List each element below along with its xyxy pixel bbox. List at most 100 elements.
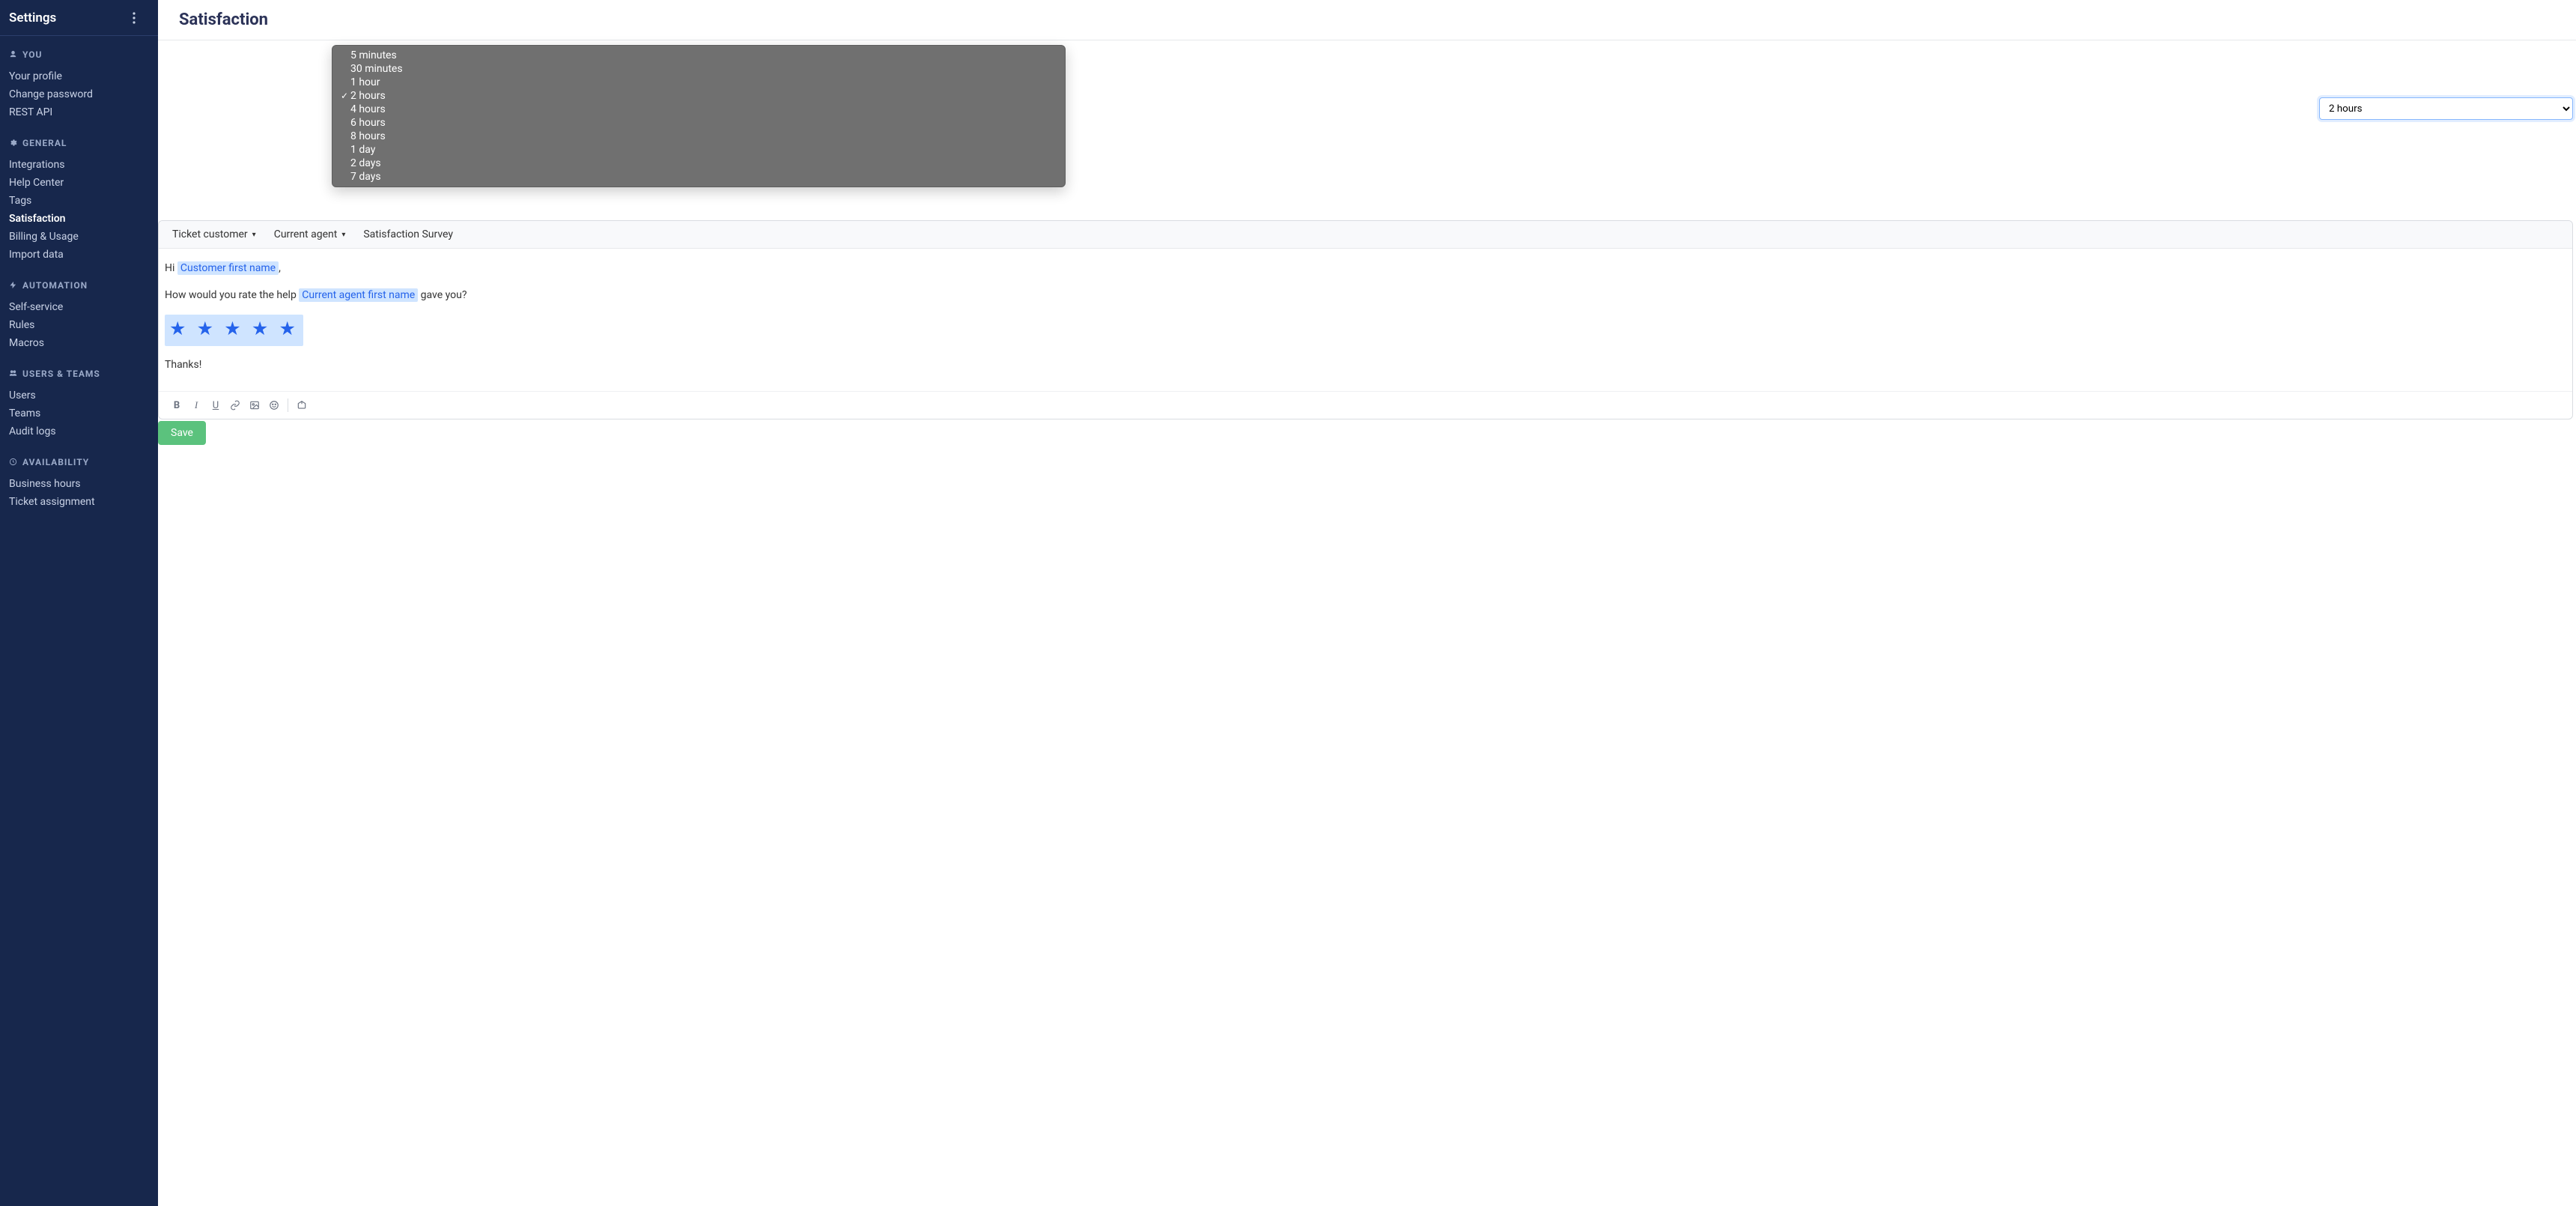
more-vertical-icon xyxy=(133,12,136,24)
sidebar-item-your-profile[interactable]: Your profile xyxy=(9,67,149,85)
users-icon xyxy=(9,369,18,378)
nav-group-label: YOU xyxy=(22,49,42,60)
timing-option[interactable]: ✓7 days xyxy=(332,170,1065,184)
image-icon xyxy=(249,400,260,410)
attachment-icon xyxy=(297,400,307,410)
nav-group-title: AVAILABILITY xyxy=(9,457,149,467)
greeting-suffix: , xyxy=(279,262,281,274)
nav-group-label: AUTOMATION xyxy=(22,280,88,291)
page-title: Satisfaction xyxy=(179,10,2555,29)
greeting-prefix: Hi xyxy=(165,262,177,274)
sidebar-item-rules[interactable]: Rules xyxy=(9,316,149,334)
sidebar-header: Settings xyxy=(0,0,158,36)
timing-option-label: 5 minutes xyxy=(350,49,397,61)
emoji-icon xyxy=(269,400,279,410)
sidebar-item-rest-api[interactable]: REST API xyxy=(9,103,149,121)
timing-option[interactable]: ✓30 minutes xyxy=(332,62,1065,76)
timing-option[interactable]: ✓8 hours xyxy=(332,130,1065,143)
sidebar-item-tags[interactable]: Tags xyxy=(9,192,149,210)
question-prefix: How would you rate the help xyxy=(165,289,299,301)
question-suffix: gave you? xyxy=(418,289,467,301)
sidebar-item-self-service[interactable]: Self-service xyxy=(9,298,149,316)
nav-group: USERS & TEAMS UsersTeamsAudit logs xyxy=(0,369,158,440)
image-button[interactable] xyxy=(246,396,264,414)
customer-first-name-placeholder[interactable]: Customer first name xyxy=(177,261,279,275)
caret-down-icon: ▾ xyxy=(341,231,345,239)
timing-option[interactable]: ✓2 days xyxy=(332,157,1065,170)
timing-option[interactable]: ✓4 hours xyxy=(332,103,1065,116)
editor-variable-toolbar: Ticket customer▾Current agent▾Satisfacti… xyxy=(159,221,2572,249)
settings-sidebar: Settings YOUYour profileChange passwordR… xyxy=(0,0,158,1206)
sidebar-item-business-hours[interactable]: Business hours xyxy=(9,475,149,493)
sidebar-item-users[interactable]: Users xyxy=(9,387,149,404)
satisfaction-stars-placeholder[interactable]: ★ ★ ★ ★ ★ xyxy=(165,315,303,346)
nav-group: AUTOMATION Self-serviceRulesMacros xyxy=(0,280,158,352)
user-icon xyxy=(9,50,18,59)
sidebar-more-button[interactable] xyxy=(133,12,148,24)
editor-body[interactable]: Hi Customer first name, How would you ra… xyxy=(159,249,2572,391)
star-icon: ★ ★ ★ ★ ★ xyxy=(169,318,299,340)
timing-option[interactable]: ✓1 day xyxy=(332,143,1065,157)
nav-group: YOU Your profileChange passwordREST API xyxy=(0,49,158,121)
nav-group: AVAILABILITY Business hoursTicket assignm… xyxy=(0,457,158,511)
bolt-icon xyxy=(9,281,18,290)
main-content: Satisfaction 2 hours Ticket customer▾Cur… xyxy=(158,0,2576,1206)
timing-option-label: 1 hour xyxy=(350,76,380,88)
nav-group-title: YOU xyxy=(9,49,149,60)
survey-editor-card: Ticket customer▾Current agent▾Satisfacti… xyxy=(158,220,2573,419)
timing-option[interactable]: ✓1 hour xyxy=(332,76,1065,89)
sidebar-item-teams[interactable]: Teams xyxy=(9,404,149,422)
nav-group-label: GENERAL xyxy=(22,138,67,148)
bold-button[interactable]: B xyxy=(168,396,186,414)
sidebar-item-change-password[interactable]: Change password xyxy=(9,85,149,103)
caret-down-icon: ▾ xyxy=(252,231,256,239)
sidebar-item-ticket-assignment[interactable]: Ticket assignment xyxy=(9,493,149,511)
timing-option-label: 2 hours xyxy=(350,90,386,102)
thanks-text: Thanks! xyxy=(165,357,2566,373)
timing-option[interactable]: ✓6 hours xyxy=(332,116,1065,130)
link-button[interactable] xyxy=(226,396,244,414)
editor-var-label: Ticket customer xyxy=(172,228,248,240)
editor-var-current-agent[interactable]: Current agent▾ xyxy=(274,228,346,240)
timing-option-label: 4 hours xyxy=(350,103,386,115)
clock-icon xyxy=(9,458,18,467)
sidebar-item-help-center[interactable]: Help Center xyxy=(9,174,149,192)
editor-var-label: Satisfaction Survey xyxy=(363,228,453,240)
editor-var-ticket-customer[interactable]: Ticket customer ▾ xyxy=(172,228,256,240)
attachment-button[interactable] xyxy=(293,396,311,414)
nav-group: GENERAL IntegrationsHelp CenterTagsSatisf… xyxy=(0,138,158,264)
timing-select[interactable]: 2 hours xyxy=(2319,97,2573,120)
agent-first-name-placeholder[interactable]: Current agent first name xyxy=(299,288,418,302)
editor-var-satisfaction-survey[interactable]: Satisfaction Survey xyxy=(363,228,453,240)
link-icon xyxy=(230,400,240,410)
main-header: Satisfaction xyxy=(158,0,2576,40)
timing-option-label: 6 hours xyxy=(350,117,386,129)
sidebar-item-macros[interactable]: Macros xyxy=(9,334,149,352)
timing-option-label: 1 day xyxy=(350,144,375,156)
sidebar-item-integrations[interactable]: Integrations xyxy=(9,156,149,174)
save-button[interactable]: Save xyxy=(158,421,206,445)
nav-group-label: AVAILABILITY xyxy=(22,457,89,467)
timing-option-label: 8 hours xyxy=(350,130,386,142)
sidebar-item-audit-logs[interactable]: Audit logs xyxy=(9,422,149,440)
editor-format-bar: B I U xyxy=(159,391,2572,419)
check-icon: ✓ xyxy=(340,91,349,101)
timing-option-label: 7 days xyxy=(350,171,381,183)
sidebar-item-billing-usage[interactable]: Billing & Usage xyxy=(9,228,149,246)
underline-button[interactable]: U xyxy=(207,396,225,414)
italic-button[interactable]: I xyxy=(187,396,205,414)
timing-option-label: 30 minutes xyxy=(350,63,403,75)
timing-dropdown-menu[interactable]: ✓5 minutes✓30 minutes✓1 hour✓2 hours✓4 h… xyxy=(332,45,1066,187)
editor-var-label: Current agent xyxy=(274,228,338,240)
nav-group-label: USERS & TEAMS xyxy=(22,369,100,379)
nav-group-title: GENERAL xyxy=(9,138,149,148)
sidebar-title: Settings xyxy=(9,10,56,25)
sidebar-item-import-data[interactable]: Import data xyxy=(9,246,149,264)
timing-option[interactable]: ✓2 hours xyxy=(332,89,1065,103)
gear-icon xyxy=(9,139,18,148)
sidebar-item-satisfaction[interactable]: Satisfaction xyxy=(9,210,149,228)
nav-group-title: USERS & TEAMS xyxy=(9,369,149,379)
timing-option-label: 2 days xyxy=(350,157,381,169)
timing-option[interactable]: ✓5 minutes xyxy=(332,49,1065,62)
emoji-button[interactable] xyxy=(265,396,283,414)
